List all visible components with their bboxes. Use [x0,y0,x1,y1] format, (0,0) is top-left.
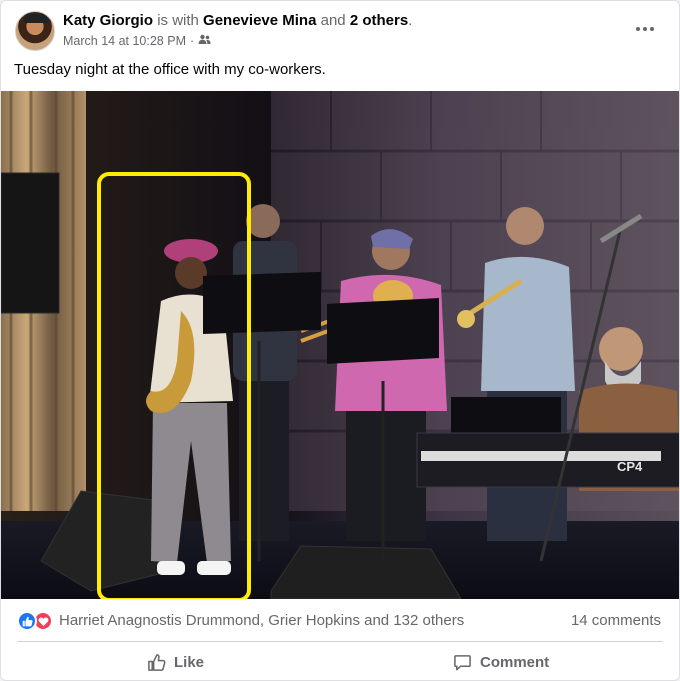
like-button[interactable]: Like [147,646,204,678]
end-punctuation: . [408,12,413,29]
comment-count[interactable]: 14 comments [571,612,661,629]
facebook-post: Katy Giorgio is with Genevieve Mina and … [0,0,680,681]
with-text: is with [157,12,199,29]
author-avatar[interactable] [15,11,55,51]
reaction-summary[interactable]: Harriet Anagnostis Drummond, Grier Hopki… [59,612,464,629]
post-timestamp[interactable]: March 14 at 10:28 PM [63,34,186,48]
post-title-line: Katy Giorgio is with Genevieve Mina and … [63,12,412,29]
post-caption: Tuesday night at the office with my co-w… [14,61,326,78]
and-text: and [320,12,346,29]
meta-separator: · [189,34,195,48]
more-options-icon[interactable] [629,13,661,45]
comment-bubble-icon [454,654,471,670]
tagged-person[interactable]: Genevieve Mina [203,12,316,29]
guitarist-figure [233,204,297,541]
comment-label: Comment [480,653,550,671]
thumbs-up-icon [148,653,166,671]
comment-button[interactable]: Comment [453,646,549,678]
tagged-others-link[interactable]: 2 others [350,12,408,29]
post-header: Katy Giorgio is with Genevieve Mina and … [13,9,667,53]
keyboard-brand-label: CP4 [617,459,643,474]
divider [17,641,663,642]
post-photo[interactable]: CP4 [1,91,679,602]
reaction-icons[interactable] [17,611,55,631]
reactions-row: Harriet Anagnostis Drummond, Grier Hopki… [17,610,663,632]
action-bar: Like Comment [17,646,663,678]
friends-icon[interactable] [198,34,211,48]
band-photo-illustration: CP4 [1,91,679,602]
like-label: Like [174,653,205,671]
post-meta: March 14 at 10:28 PM · [63,34,211,48]
author-name[interactable]: Katy Giorgio [63,12,153,29]
like-reaction-icon [17,611,37,631]
